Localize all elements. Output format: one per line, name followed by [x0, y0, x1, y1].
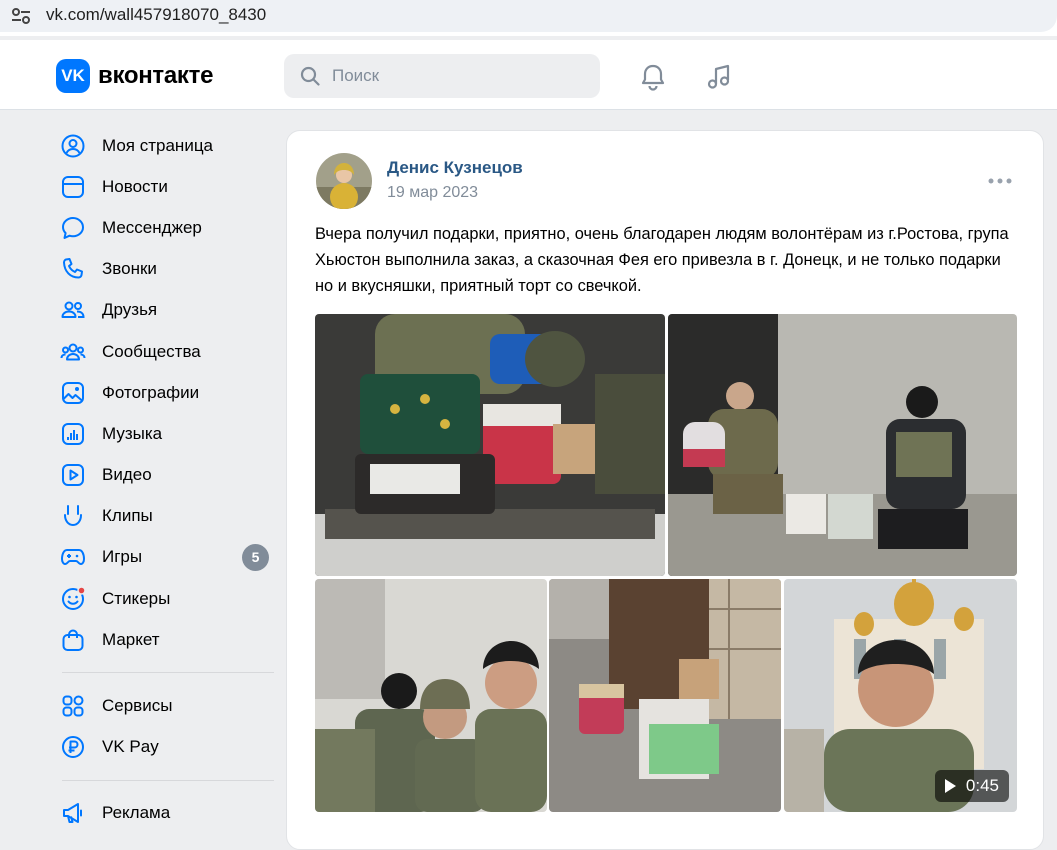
sidebar-item-label: VK Pay — [102, 737, 159, 757]
more-options-icon[interactable] — [987, 171, 1013, 191]
sidebar-item-market[interactable]: Маркет — [56, 619, 276, 660]
clips-icon — [64, 505, 82, 527]
sidebar-item-friends[interactable]: Друзья — [56, 290, 276, 331]
sidebar-item-clips[interactable]: Клипы — [56, 496, 276, 537]
services-icon — [62, 695, 84, 717]
sidebar-divider — [62, 779, 274, 781]
sidebar-item-photos[interactable]: Фотографии — [56, 372, 276, 413]
friends-icon — [61, 301, 85, 319]
sidebar-item-stickers[interactable]: Стикеры — [56, 578, 276, 619]
video-duration: 0:45 — [965, 776, 999, 795]
games-count-badge: 5 — [242, 543, 269, 571]
browser-address-bar: vk.com/wall457918070_8430 — [0, 0, 1057, 36]
post-photo-3[interactable] — [315, 579, 547, 812]
post-photo-2[interactable] — [668, 314, 1017, 576]
address-pill[interactable]: vk.com/wall457918070_8430 — [0, 0, 1057, 32]
author-avatar[interactable] — [316, 153, 372, 209]
market-icon — [62, 629, 84, 651]
vk-logo[interactable]: VK вконтакте — [56, 59, 213, 93]
post-text: Вчера получил подарки, приятно, очень бл… — [315, 225, 1009, 295]
search-icon — [300, 66, 320, 86]
sidebar-item-label: Стикеры — [102, 588, 171, 608]
site-settings-icon[interactable] — [10, 6, 32, 26]
games-icon — [61, 549, 85, 566]
sidebar-item-messenger[interactable]: Мессенджер — [56, 207, 276, 248]
left-nav: Моя страница Новости Мессенджер Звонки Д… — [56, 125, 276, 834]
sidebar-item-label: Друзья — [102, 300, 158, 320]
sidebar-item-label: Клипы — [102, 506, 153, 526]
post-author-name[interactable]: Денис Кузнецов — [387, 158, 523, 178]
post-date[interactable]: 19 мар 2023 — [387, 184, 478, 202]
wall-post: Денис Кузнецов 19 мар 2023 Вчера получил… — [286, 130, 1044, 850]
sidebar-item-label: Музыка — [102, 423, 163, 443]
music-icon — [62, 422, 84, 445]
video-icon — [62, 464, 84, 487]
sidebar-item-music[interactable]: Музыка — [56, 413, 276, 454]
sidebar-item-games[interactable]: Игры 5 — [56, 537, 276, 578]
sidebar-item-label: Моя страница — [102, 135, 214, 155]
sidebar-item-label: Новости — [102, 176, 168, 196]
photo-two-soldiers — [668, 314, 1017, 576]
sidebar-item-label: Звонки — [102, 259, 157, 279]
site-header: VK вконтакте — [0, 40, 1057, 110]
sidebar-item-calls[interactable]: Звонки — [56, 249, 276, 290]
post-video[interactable]: 0:45 — [784, 579, 1017, 812]
search-input[interactable] — [332, 66, 572, 86]
notifications-bell-icon[interactable] — [638, 62, 668, 92]
vkpay-icon — [62, 736, 84, 759]
sidebar-item-label: Маркет — [102, 629, 160, 649]
sidebar-item-vkpay[interactable]: VK Pay — [56, 727, 276, 768]
music-player-icon[interactable] — [704, 62, 734, 92]
sidebar-item-label: Видео — [102, 465, 152, 485]
brand-name: вконтакте — [98, 62, 214, 89]
megaphone-icon — [63, 803, 82, 824]
sidebar-item-news[interactable]: Новости — [56, 166, 276, 207]
sidebar-item-label: Реклама — [102, 803, 171, 823]
sidebar-item-communities[interactable]: Сообщества — [56, 331, 276, 372]
photo-car-trunk — [315, 314, 665, 576]
sidebar-item-label: Сервисы — [102, 696, 173, 716]
user-circle-icon — [61, 134, 85, 158]
sidebar-item-label: Фотографии — [102, 382, 200, 402]
sidebar-item-video[interactable]: Видео — [56, 455, 276, 496]
sidebar-item-my-page[interactable]: Моя страница — [56, 125, 276, 166]
photo-gifts-at-door — [549, 579, 781, 812]
communities-icon — [60, 343, 86, 361]
sidebar-item-label: Игры — [102, 547, 143, 567]
video-duration-badge: 0:45 — [934, 770, 1009, 802]
stickers-icon — [62, 585, 86, 610]
sidebar-item-ads[interactable]: Реклама — [56, 793, 276, 834]
photo-three-soldiers — [315, 579, 547, 812]
photo-icon — [62, 381, 84, 404]
news-icon — [62, 175, 84, 198]
sidebar-item-label: Сообщества — [102, 341, 201, 361]
phone-icon — [63, 258, 83, 279]
sidebar-divider — [62, 672, 274, 674]
play-icon — [944, 779, 956, 793]
post-photo-4[interactable] — [549, 579, 781, 812]
search-box[interactable] — [284, 54, 600, 98]
message-icon — [62, 216, 84, 239]
sidebar-item-label: Мессенджер — [102, 217, 202, 237]
sidebar-item-services[interactable]: Сервисы — [56, 685, 276, 726]
post-photo-1[interactable] — [315, 314, 665, 576]
vk-logo-icon: VK — [56, 59, 90, 93]
url-text[interactable]: vk.com/wall457918070_8430 — [46, 5, 266, 25]
